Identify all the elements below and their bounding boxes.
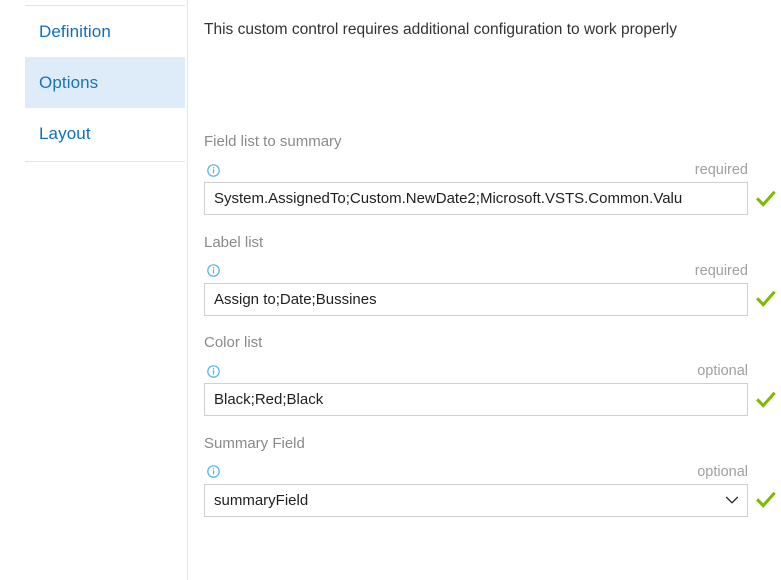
field-row-summary-field (204, 483, 781, 517)
field-meta-field-list-to-summary: required (204, 161, 749, 179)
field-label-label-list: Label list (204, 233, 264, 251)
info-circle-icon[interactable] (207, 264, 220, 277)
field-group-label-list: Label list required (188, 232, 781, 316)
field-meta-label-list: required (204, 262, 749, 280)
field-requirement-summary-field: optional (697, 463, 748, 480)
field-label-summary-field: Summary Field (204, 434, 305, 452)
valid-check-icon (755, 489, 777, 511)
field-meta-color-list: optional (204, 362, 749, 380)
sidebar-item-definition[interactable]: Definition (25, 6, 185, 57)
sidebar-nav-list: Definition Options Layout (0, 6, 187, 159)
options-form: Field list to summary required Label list r… (188, 131, 781, 533)
field-requirement-field-list-to-summary: required (694, 162, 748, 178)
field-group-summary-field: Summary Field optional (188, 433, 781, 517)
sidebar-item-label: Options (39, 72, 99, 92)
summary-field-select-input[interactable] (204, 483, 748, 517)
field-list-to-summary-input[interactable] (204, 182, 748, 215)
info-circle-icon[interactable] (207, 364, 220, 378)
valid-check-icon (755, 288, 777, 310)
valid-check-icon (755, 389, 777, 411)
field-label-field-list-to-summary: Field list to summary (204, 133, 342, 150)
field-meta-summary-field: optional (204, 463, 749, 481)
sidebar-item-layout[interactable]: Layout (25, 108, 185, 159)
main-panel: This custom control requires additional … (188, 0, 781, 580)
field-row-color-list (204, 383, 781, 416)
field-requirement-color-list: optional (697, 363, 748, 379)
sidebar-item-label: Definition (39, 21, 111, 41)
field-row-label-list (204, 282, 781, 316)
sidebar-item-options[interactable]: Options (25, 57, 185, 108)
info-circle-icon[interactable] (207, 465, 220, 478)
field-row-field-list-to-summary (204, 182, 781, 215)
select-wrapper-summary-field[interactable] (204, 483, 748, 517)
sidebar-bottom-divider (25, 161, 185, 162)
label-list-input[interactable] (204, 282, 748, 316)
field-requirement-label-list: required (694, 262, 748, 279)
field-group-field-list-to-summary: Field list to summary required (188, 131, 781, 215)
info-circle-icon[interactable] (207, 163, 220, 177)
valid-check-icon (755, 188, 777, 210)
color-list-input[interactable] (204, 383, 748, 416)
custom-control-config-page: Definition Options Layout This custom cont… (0, 0, 781, 580)
configuration-notice: This custom control requires additional … (204, 21, 677, 38)
field-group-color-list: Color list optional (188, 332, 781, 416)
sidebar-item-label: Layout (39, 123, 91, 143)
sidebar: Definition Options Layout (0, 0, 188, 580)
field-label-color-list: Color list (204, 334, 263, 351)
